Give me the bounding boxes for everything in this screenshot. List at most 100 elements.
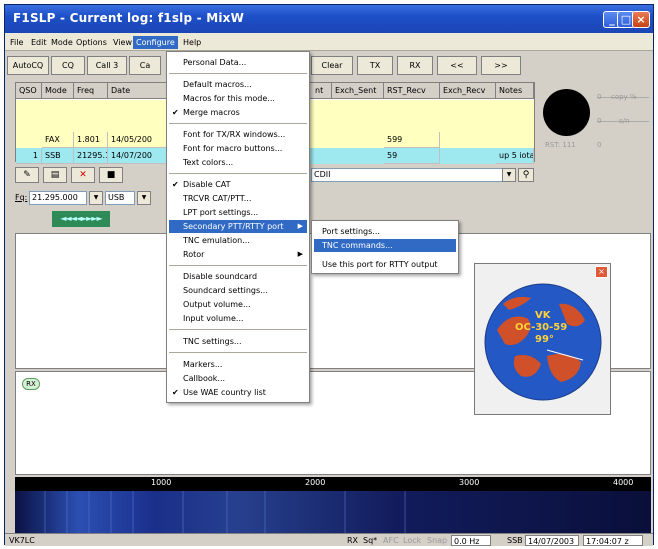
secondary-port-submenu: Port settings... TNC commands... Use thi… bbox=[311, 220, 459, 274]
macro-toolbar: AutoCQ CQ Call 3 Ca Clear TX RX << >> bbox=[5, 52, 653, 78]
submenu-tnc-commands[interactable]: TNC commands... bbox=[314, 239, 456, 252]
menu-edit[interactable]: Edit bbox=[28, 36, 50, 49]
freq-dropdown-icon[interactable]: ▼ bbox=[89, 191, 103, 205]
menu-help[interactable]: Help bbox=[180, 36, 204, 49]
dx-call-input[interactable]: CDII bbox=[311, 168, 503, 182]
status-lock[interactable]: Lock bbox=[401, 535, 423, 546]
next-macros-button[interactable]: >> bbox=[481, 56, 521, 75]
waterfall-noise bbox=[15, 491, 651, 537]
cell-qso: 1 bbox=[16, 148, 42, 164]
search-icon[interactable]: ⚲ bbox=[518, 168, 534, 182]
prev-macros-button[interactable]: << bbox=[437, 56, 477, 75]
meter-label-sn: s/n bbox=[619, 117, 630, 125]
menu-item-font-macro[interactable]: Font for macro buttons... bbox=[169, 142, 307, 155]
menu-item-tnc-settings[interactable]: TNC settings... bbox=[169, 335, 307, 348]
tx-button[interactable]: TX bbox=[357, 56, 393, 75]
menu-item-text-colors[interactable]: Text colors... bbox=[169, 156, 307, 169]
cell-date: 14/05/200 bbox=[108, 132, 168, 148]
status-time: 17:04:07 z bbox=[583, 535, 643, 546]
scale-label: 4000 bbox=[613, 478, 634, 487]
status-date: 14/07/2003 bbox=[525, 535, 579, 546]
delete-icon[interactable]: ✕ bbox=[71, 167, 95, 183]
frequency-input[interactable]: 21.295.000 bbox=[29, 191, 87, 205]
menu-item-disable-soundcard[interactable]: Disable soundcard bbox=[169, 270, 307, 283]
cq-button[interactable]: CQ bbox=[51, 56, 85, 75]
globe-iota: OC-30-59 bbox=[515, 322, 568, 333]
menu-mode[interactable]: Mode bbox=[48, 36, 76, 49]
col-freq[interactable]: Freq bbox=[74, 83, 108, 99]
col-exch-sent[interactable]: Exch_Sent bbox=[332, 83, 384, 99]
menu-item-tnc-emulation[interactable]: TNC emulation... bbox=[169, 234, 307, 247]
col-cont[interactable]: nt bbox=[312, 83, 332, 99]
menu-separator bbox=[169, 352, 307, 353]
window-title: F1SLP - Current log: f1slp - MixW bbox=[13, 11, 245, 25]
menu-item-secondary-ptt[interactable]: Secondary PTT/RTTY port ▶ bbox=[169, 220, 307, 233]
menu-item-callbook[interactable]: Callbook... bbox=[169, 372, 307, 385]
autocq-button[interactable]: AutoCQ bbox=[7, 56, 49, 75]
globe-window[interactable]: × VK OC-30-59 99° bbox=[474, 263, 611, 415]
menu-item-wae-list[interactable]: ✔ Use WAE country list bbox=[169, 386, 307, 399]
rx-button[interactable]: RX bbox=[397, 56, 433, 75]
menu-item-macros-for-mode[interactable]: Macros for this mode... bbox=[169, 92, 307, 105]
col-date[interactable]: Date bbox=[108, 83, 168, 99]
submenu-port-settings[interactable]: Port settings... bbox=[314, 225, 456, 238]
clear-button[interactable]: Clear bbox=[311, 56, 353, 75]
call-button[interactable]: Ca bbox=[129, 56, 161, 75]
menu-item-default-macros[interactable]: Default macros... bbox=[169, 78, 307, 91]
col-qso[interactable]: QSO bbox=[16, 83, 42, 99]
status-offset: 0.0 Hz bbox=[451, 535, 491, 546]
menu-item-markers[interactable]: Markers... bbox=[169, 358, 307, 371]
scale-label: 1000 bbox=[151, 478, 172, 487]
menu-separator bbox=[169, 329, 307, 330]
globe-prefix: VK bbox=[535, 310, 551, 321]
status-mode[interactable]: SSB bbox=[505, 535, 525, 546]
meter-mark: 0 bbox=[597, 93, 602, 101]
call-lookup-icon[interactable]: ✎ bbox=[15, 167, 39, 183]
mode-dropdown-icon[interactable]: ▼ bbox=[137, 191, 151, 205]
tuning-arrows[interactable]: ◄◄◄◄►►►► bbox=[52, 211, 110, 227]
menu-item-trcvr-cat[interactable]: TRCVR CAT/PTT... bbox=[169, 192, 307, 205]
menu-item-output-volume[interactable]: Output volume... bbox=[169, 298, 307, 311]
menu-item-input-volume[interactable]: Input volume... bbox=[169, 312, 307, 325]
menu-separator bbox=[169, 73, 307, 74]
meter-label-rst: RST: 111 bbox=[545, 141, 576, 149]
col-notes[interactable]: Notes bbox=[496, 83, 534, 99]
cell-freq: 1.801 bbox=[74, 132, 108, 148]
menu-configure[interactable]: Configure bbox=[133, 36, 178, 49]
cell-rst-recv: 59 bbox=[384, 148, 440, 164]
status-afc[interactable]: AFC bbox=[381, 535, 401, 546]
menu-options[interactable]: Options bbox=[73, 36, 110, 49]
menu-view[interactable]: View bbox=[110, 36, 135, 49]
disk-icon[interactable]: ■ bbox=[99, 167, 123, 183]
menu-item-lpt-port[interactable]: LPT port settings... bbox=[169, 206, 307, 219]
submenu-rtty-output[interactable]: Use this port for RTTY output bbox=[314, 258, 456, 271]
rx-tag[interactable]: RX bbox=[22, 378, 40, 390]
menu-item-rotor[interactable]: Rotor ▶ bbox=[169, 248, 307, 261]
cell-date: 14/07/200 bbox=[108, 148, 168, 164]
menu-separator bbox=[169, 123, 307, 124]
dx-dropdown-icon[interactable]: ▼ bbox=[502, 168, 516, 182]
title-bar[interactable]: F1SLP - Current log: f1slp - MixW _ □ × bbox=[5, 5, 653, 33]
configure-menu: Personal Data... Default macros... Macro… bbox=[166, 51, 310, 403]
col-rst-recv[interactable]: RST_Recv bbox=[384, 83, 440, 99]
col-mode[interactable]: Mode bbox=[42, 83, 74, 99]
scale-label: 3000 bbox=[459, 478, 480, 487]
menu-item-font-txrx[interactable]: Font for TX/RX windows... bbox=[169, 128, 307, 141]
call3-button[interactable]: Call 3 bbox=[87, 56, 127, 75]
col-exch-recv[interactable]: Exch_Recv bbox=[440, 83, 496, 99]
menu-separator bbox=[169, 173, 307, 174]
menu-item-personal-data[interactable]: Personal Data... bbox=[169, 56, 307, 69]
save-qso-icon[interactable]: ▤ bbox=[43, 167, 67, 183]
menu-item-soundcard-settings[interactable]: Soundcard settings... bbox=[169, 284, 307, 297]
status-rx[interactable]: RX bbox=[345, 535, 360, 546]
status-snap[interactable]: Snap bbox=[425, 535, 449, 546]
mode-select[interactable]: USB bbox=[105, 191, 135, 205]
menu-item-disable-cat[interactable]: ✔ Disable CAT bbox=[169, 178, 307, 191]
waterfall-display[interactable]: 1000 2000 3000 4000 bbox=[15, 477, 651, 537]
cell-mode: SSB bbox=[42, 148, 74, 164]
menu-item-merge-macros[interactable]: ✔ Merge macros bbox=[169, 106, 307, 119]
menu-file[interactable]: File bbox=[7, 36, 26, 49]
close-button[interactable]: × bbox=[632, 11, 650, 28]
status-squelch[interactable]: Sq* bbox=[361, 535, 379, 546]
status-bar: VK7LC RX Sq* AFC Lock Snap 0.0 Hz SSB 14… bbox=[5, 533, 653, 546]
